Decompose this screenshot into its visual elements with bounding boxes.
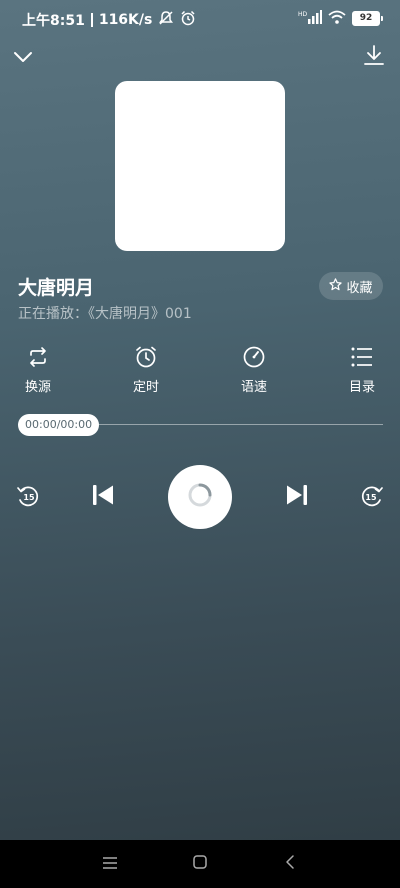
forward-15-button[interactable]: 15 [358,484,386,512]
switch-source-button[interactable]: 换源 [8,346,68,395]
download-icon [363,44,385,70]
back-nav-button[interactable] [278,852,302,876]
download-button[interactable] [357,40,391,74]
previous-button[interactable] [88,482,118,512]
status-time: 上午8:51 [22,13,85,29]
progress-time[interactable]: 00:00/00:00 [18,414,100,436]
speed-button[interactable]: 语速 [224,346,284,395]
signal-hd-label: HD [298,11,308,18]
album-cover [115,81,285,251]
star-icon [329,277,343,295]
status-left: 上午8:51 116K/s [22,10,196,30]
back-icon [284,854,296,874]
battery-icon: 92 [352,11,383,26]
loading-spinner-icon [187,482,213,512]
collapse-button[interactable] [6,40,40,74]
system-nav-bar [0,840,400,888]
status-net-speed: 116K/s [98,12,153,28]
status-right: HD 92 [298,9,383,28]
favorite-label: 收藏 [346,280,373,296]
track-title: 大唐明月 [18,277,95,299]
rewind-seconds: 15 [23,493,35,502]
menu-nav-button[interactable] [98,852,122,876]
next-button[interactable] [282,482,312,512]
favorite-button[interactable]: 收藏 [319,272,383,300]
skip-previous-icon [91,484,115,510]
timer-button[interactable]: 定时 [116,346,176,395]
timer-label: 定时 [132,380,159,395]
home-nav-button[interactable] [188,852,212,876]
list-icon [350,346,374,372]
timer-icon [134,345,158,373]
menu-icon [102,855,118,874]
alarm-icon [180,10,196,30]
rewind-15-button[interactable]: 15 [14,484,42,512]
status-divider [90,13,93,27]
status-bar: 上午8:51 116K/s HD 92 [0,0,400,36]
switch-source-label: 换源 [24,380,51,395]
now-playing-text: 正在播放：《大唐明月》001 [18,306,192,322]
play-button[interactable] [168,465,232,529]
home-icon [192,854,208,874]
rewind-icon: 15 [15,483,41,513]
progress-bar[interactable]: 00:00/00:00 [18,414,383,436]
wifi-icon [328,9,346,28]
speed-icon [242,345,266,373]
catalog-button[interactable]: 目录 [332,346,392,395]
switch-source-icon [27,346,49,372]
mute-icon [158,10,174,30]
skip-next-icon [285,484,309,510]
catalog-label: 目录 [348,380,375,395]
chevron-down-icon [13,48,33,67]
forward-seconds: 15 [365,493,377,502]
forward-icon: 15 [359,483,385,513]
speed-label: 语速 [240,380,267,395]
signal-icon: HD [298,9,322,28]
